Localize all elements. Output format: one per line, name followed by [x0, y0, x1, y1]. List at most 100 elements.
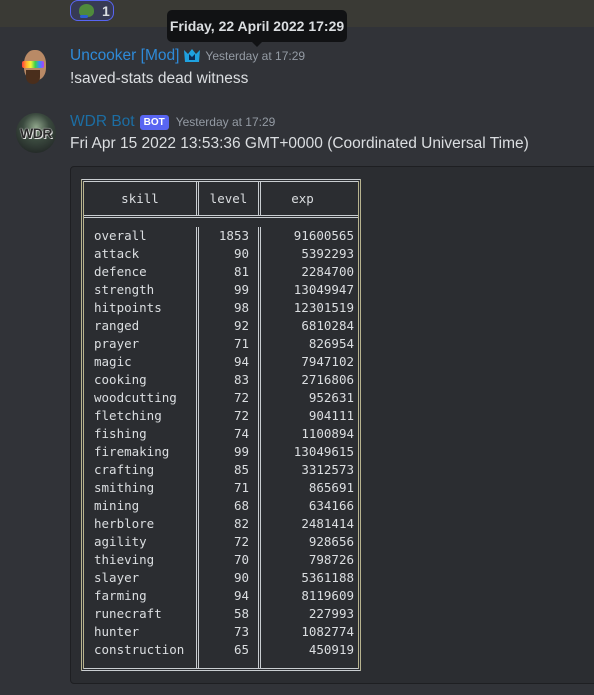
timestamp[interactable]: Yesterday at 17:29: [205, 49, 305, 63]
table-row: ranged 92 6810284: [84, 317, 358, 335]
reaction-count: 1: [102, 2, 110, 19]
table-row: agility 72 928656: [84, 533, 358, 551]
cell-skill: prayer: [84, 335, 199, 353]
cell-skill: mining: [84, 497, 199, 515]
cell-exp: 5361188: [301, 570, 354, 585]
table-row: overall 1853 91600565: [84, 227, 358, 245]
avatar[interactable]: WDR: [16, 113, 56, 153]
avatar-glasses: [22, 61, 44, 68]
reaction-button[interactable]: 1: [70, 0, 114, 21]
table-row: magic 94 7947102: [84, 353, 358, 371]
cell-skill: fishing: [84, 425, 199, 443]
table-row: cooking 83 2716806: [84, 371, 358, 389]
cell-skill: magic: [84, 353, 199, 371]
table-row: hitpoints 98 12301519: [84, 299, 358, 317]
cell-exp: 798726: [308, 552, 354, 567]
table-row: attack 90 5392293: [84, 245, 358, 263]
table-row: fletching 72 904111: [84, 407, 358, 425]
header-exp: exp: [291, 191, 314, 206]
table-row: fishing 74 1100894: [84, 425, 358, 443]
cell-exp: 6810284: [301, 318, 354, 333]
table-row: hunter 73 1082774: [84, 623, 358, 641]
username[interactable]: WDR Bot: [70, 113, 135, 131]
header-skill: skill: [84, 182, 199, 215]
avatar-beard: [26, 70, 40, 84]
spacer-cell: [199, 659, 261, 668]
cell-skill: woodcutting: [84, 389, 199, 407]
message-text: Fri Apr 15 2022 13:53:36 GMT+0000 (Coord…: [70, 135, 529, 152]
cell-level: 58: [199, 605, 261, 623]
tooltip-text: Friday, 22 April 2022 17:29: [169, 18, 345, 34]
message-uncooker: Uncooker [Mod] Yesterday at 17:29 !saved…: [0, 46, 594, 96]
cell-level: 92: [199, 317, 261, 335]
cell-skill: hunter: [84, 623, 199, 641]
cell-exp: 1100894: [301, 426, 354, 441]
cell-exp: 1082774: [301, 624, 354, 639]
cell-level: 98: [199, 299, 261, 317]
cell-skill: smithing: [84, 479, 199, 497]
cell-skill: farming: [84, 587, 199, 605]
cell-exp: 2481414: [301, 516, 354, 531]
cell-level: 83: [199, 371, 261, 389]
table-bottom-spacer: [84, 659, 358, 668]
pepe-emoji-icon: [79, 4, 94, 18]
table-row: runecraft 58 227993: [84, 605, 358, 623]
bot-tag: BOT: [139, 114, 169, 130]
cell-skill: herblore: [84, 515, 199, 533]
cell-skill: firemaking: [84, 443, 199, 461]
avatar[interactable]: [16, 48, 56, 88]
message-header: WDR Bot BOT Yesterday at 17:29: [70, 113, 275, 131]
table-row: prayer 71 826954: [84, 335, 358, 353]
cell-level: 94: [199, 587, 261, 605]
cell-exp: 13049615: [293, 444, 354, 459]
table-row: herblore 82 2481414: [84, 515, 358, 533]
cell-level: 90: [199, 245, 261, 263]
cell-exp: 865691: [308, 480, 354, 495]
cell-exp: 5392293: [301, 246, 354, 261]
cell-level: 73: [199, 623, 261, 641]
cell-exp: 3312573: [301, 462, 354, 477]
table-row: farming 94 8119609: [84, 587, 358, 605]
cell-skill: thieving: [84, 551, 199, 569]
cell-level: 70: [199, 551, 261, 569]
cell-level: 65: [199, 641, 261, 659]
cell-level: 82: [199, 515, 261, 533]
cell-skill: overall: [84, 227, 199, 245]
cell-level: 99: [199, 281, 261, 299]
cell-skill: ranged: [84, 317, 199, 335]
cell-skill: runecraft: [84, 605, 199, 623]
cell-skill: attack: [84, 245, 199, 263]
timestamp-tooltip: Friday, 22 April 2022 17:29: [167, 10, 347, 47]
table-row: defence 81 2284700: [84, 263, 358, 281]
table-row: crafting 85 3312573: [84, 461, 358, 479]
stats-table: skill level exp overall 1853 91600565 attac…: [81, 179, 361, 671]
cell-exp: 928656: [308, 534, 354, 549]
message-header: Uncooker [Mod] Yesterday at 17:29: [70, 47, 305, 65]
table-frame: skill level exp overall 1853 91600565 attac…: [81, 179, 361, 671]
cell-exp: 2716806: [301, 372, 354, 387]
cell-skill: construction: [84, 641, 199, 659]
cell-skill: defence: [84, 263, 199, 281]
moderator-crown-icon[interactable]: [183, 48, 201, 64]
table-row: smithing 71 865691: [84, 479, 358, 497]
header-level: level: [199, 182, 261, 215]
cell-exp: 2284700: [301, 264, 354, 279]
cell-skill: strength: [84, 281, 199, 299]
cell-level: 85: [199, 461, 261, 479]
cell-level: 71: [199, 335, 261, 353]
cell-skill: crafting: [84, 461, 199, 479]
avatar-text: WDR: [20, 125, 52, 141]
cell-skill: slayer: [84, 569, 199, 587]
cell-exp: 8119609: [301, 588, 354, 603]
timestamp[interactable]: Yesterday at 17:29: [176, 115, 276, 129]
cell-exp: 904111: [308, 408, 354, 423]
cell-skill: cooking: [84, 371, 199, 389]
cell-level: 99: [199, 443, 261, 461]
message-wdr-bot: WDR WDR Bot BOT Yesterday at 17:29 Fri A…: [0, 110, 594, 153]
table-body: overall 1853 91600565 attack 90 5392293 defenc…: [84, 218, 358, 668]
username[interactable]: Uncooker [Mod]: [70, 47, 179, 65]
cell-exp: 12301519: [293, 300, 354, 315]
code-block: skill level exp overall 1853 91600565 attac…: [70, 166, 594, 684]
cell-level: 74: [199, 425, 261, 443]
cell-skill: agility: [84, 533, 199, 551]
